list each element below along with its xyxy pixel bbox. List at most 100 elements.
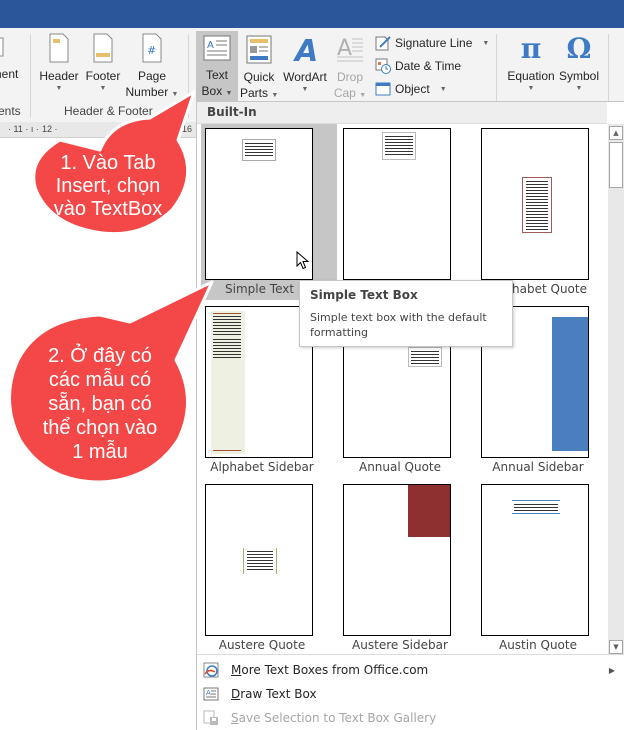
gallery-item-austin-pull-quote[interactable]	[339, 124, 475, 300]
preview-sidebar	[211, 311, 245, 454]
drop-cap-icon: A	[336, 35, 364, 65]
ribbon-button-comment-partial[interactable]: ment	[0, 32, 22, 82]
symbol-icon: Ω	[566, 32, 592, 65]
chevron-down-icon: ▼	[439, 85, 447, 93]
gallery-item-austere-quote[interactable]: Austere Quote	[201, 480, 337, 656]
equation-label: Equation	[507, 69, 555, 83]
gallery-scrollbar[interactable]	[608, 124, 624, 654]
svg-text:A: A	[206, 689, 211, 697]
menu-item-label: More Text Boxes from Office.com	[231, 663, 429, 677]
scroll-up-button[interactable]: ▲	[609, 126, 623, 140]
gallery-item-caption: Austin Quote	[498, 638, 577, 652]
template-preview	[481, 484, 589, 636]
wordart-button[interactable]: A WordArt ▼	[280, 32, 330, 95]
text-box-label-line1: Text	[205, 68, 228, 82]
template-preview	[205, 484, 313, 636]
text-box-button[interactable]: A Text Box ▼	[196, 31, 238, 103]
gallery-item-austere-sidebar[interactable]: Austere Sidebar	[339, 480, 475, 656]
mouse-pointer-icon	[296, 250, 310, 275]
quick-parts-button[interactable]: Quick Parts ▼	[240, 32, 278, 104]
chevron-down-icon: ▼	[482, 39, 490, 47]
object-icon	[375, 81, 391, 97]
menu-separator	[197, 654, 624, 655]
header-icon	[48, 32, 70, 64]
menu-item-label: Save Selection to Text Box Gallery	[231, 711, 437, 725]
menu-item-label: Draw Text Box	[231, 687, 317, 701]
tooltip-description: Simple text box with the default formatt…	[310, 311, 487, 339]
date-time-button[interactable]: Date & Time	[375, 56, 461, 76]
preview-text-block	[242, 139, 276, 161]
symbol-label: Symbol	[558, 69, 599, 83]
submenu-arrow-icon: ▶	[608, 665, 615, 675]
ruler-tick: 16	[182, 124, 193, 134]
page-number-label-line1: Page	[137, 69, 167, 83]
date-time-label: Date & Time	[395, 59, 462, 73]
svg-text:A: A	[207, 40, 214, 51]
draw-text-box-icon: A	[203, 686, 219, 702]
chevron-down-icon: ▼	[55, 85, 63, 92]
preview-sidebar	[408, 485, 450, 537]
page-number-button[interactable]: # Page Number ▼	[124, 32, 180, 103]
gallery-item-caption: Annual Sidebar	[492, 460, 584, 474]
preview-text-block	[408, 347, 442, 367]
wordart-label: WordArt	[283, 70, 327, 84]
ruler-tick: · 11 · ı ·	[8, 124, 39, 134]
header-button[interactable]: Header ▼	[36, 32, 82, 94]
menu-item-more-text-boxes[interactable]: More Text Boxes from Office.com ▶	[197, 658, 624, 682]
footer-icon	[92, 32, 114, 64]
svg-text:#: #	[147, 44, 156, 57]
symbol-button[interactable]: Ω Symbol ▼	[556, 32, 602, 94]
drop-cap-label-line1: Drop	[336, 70, 363, 84]
tooltip-title: Simple Text Box	[310, 288, 418, 302]
gallery-item-caption: Austere Quote	[218, 638, 306, 652]
gallery-item-austin-quote[interactable]: Austin Quote	[477, 480, 613, 656]
section-header-built-in: Built-In	[197, 102, 607, 124]
signature-line-icon	[375, 35, 391, 51]
menu-item-draw-text-box[interactable]: A Draw Text Box	[197, 682, 624, 706]
preview-text-block	[243, 548, 277, 574]
chevron-down-icon: ▼	[575, 85, 583, 92]
svg-text:A: A	[293, 35, 318, 65]
page-number-icon: #	[141, 32, 163, 64]
signature-line-button[interactable]: Signature Line ▼	[375, 33, 489, 53]
horizontal-ruler[interactable]: · 11 · ı · 12 · 16	[0, 122, 196, 138]
object-label: Object	[395, 82, 430, 96]
quick-parts-icon	[246, 35, 272, 65]
group-label-comments: ents	[0, 104, 21, 118]
chevron-down-icon: ▼	[99, 85, 107, 92]
preview-sidebar	[552, 317, 588, 451]
menu-item-save-selection[interactable]: Save Selection to Text Box Gallery	[197, 706, 624, 730]
tooltip-simple-text-box: Simple Text Box Simple text box with the…	[299, 280, 513, 347]
text-box-gallery-dropdown: Built-In Simple Text Bo habet Quote Alph…	[196, 101, 624, 730]
comment-icon	[0, 32, 19, 62]
text-box-label-line2: Box ▼	[201, 84, 233, 98]
gallery-item-caption: Annual Quote	[358, 460, 441, 474]
gallery-item-simple-text-box[interactable]: Simple Text Bo	[201, 124, 337, 300]
gallery-item-alphabet-quote[interactable]: habet Quote	[477, 124, 613, 300]
wordart-icon: A	[290, 34, 320, 69]
equation-button[interactable]: π Equation ▼	[504, 32, 558, 94]
signature-line-label: Signature Line	[395, 36, 473, 50]
page-number-label-line2: Number ▼	[125, 85, 179, 99]
text-box-icon: A	[203, 35, 231, 63]
title-bar	[0, 0, 624, 28]
gallery-item-caption: Alphabet Sidebar	[210, 460, 314, 474]
object-button[interactable]: Object ▼	[375, 79, 447, 99]
chevron-down-icon: ▼	[301, 86, 309, 93]
equation-icon: π	[520, 32, 542, 65]
template-preview	[343, 128, 451, 280]
office-online-icon	[203, 662, 219, 678]
header-label: Header	[39, 69, 79, 83]
drop-cap-button[interactable]: A Drop Cap ▼	[332, 32, 368, 104]
ribbon-button-label: ment	[0, 67, 19, 81]
preview-text-block	[512, 500, 560, 514]
footer-label: Footer	[85, 69, 121, 83]
date-time-icon	[375, 58, 391, 74]
gallery-item-caption: Austere Sidebar	[352, 638, 448, 652]
footer-button[interactable]: Footer ▼	[84, 32, 122, 94]
preview-text-block	[522, 177, 552, 233]
scroll-thumb[interactable]	[609, 142, 623, 188]
group-label-header-footer: Header & Footer	[64, 104, 153, 118]
scroll-down-button[interactable]: ▼	[609, 640, 623, 654]
ruler-tick: 12 ·	[42, 124, 58, 134]
